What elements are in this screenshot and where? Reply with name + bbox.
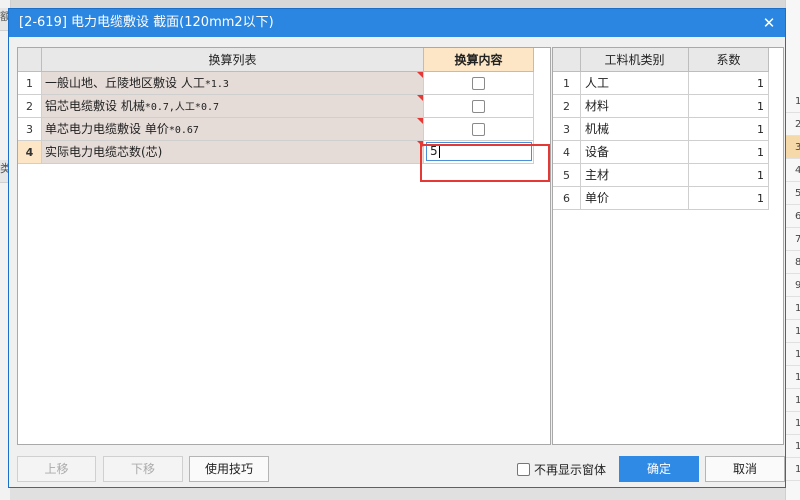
row-number: 4 — [553, 141, 581, 164]
conversion-name-cell: 实际电力电缆芯数(芯) — [42, 141, 424, 164]
conversion-dialog: [2-619] 电力电缆敷设 截面(120mm2以下) ✕ 换算列表 换算内容 … — [8, 8, 786, 488]
background-app-top — [10, 0, 785, 8]
usage-tips-button[interactable]: 使用技巧 — [189, 456, 269, 482]
coefficient-cell[interactable]: 1 — [689, 95, 769, 118]
conversion-value-cell — [424, 95, 534, 118]
column-header-category[interactable]: 工料机类别 — [581, 48, 689, 72]
row-number: 2 — [18, 95, 42, 118]
row-number: 1 — [18, 72, 42, 95]
background-row-number: 12 — [786, 343, 800, 366]
coefficient-panel: 工料机类别 系数 1 人工 1 2 材料 1 3 机械 1 4 设备 1 5 主… — [552, 47, 784, 445]
conversion-list-panel: 换算列表 换算内容 1 一般山地、丘陵地区敷设 人工*1.3 2 铝芯电缆敷设 … — [17, 47, 551, 445]
cancel-button[interactable]: 取消 — [705, 456, 785, 482]
conversion-name-cell: 一般山地、丘陵地区敷设 人工*1.3 — [42, 72, 424, 95]
background-row-number: 10 — [786, 297, 800, 320]
table-row[interactable]: 3 单芯电力电缆敷设 单价*0.67 — [18, 118, 534, 141]
category-cell: 单价 — [581, 187, 689, 210]
coefficient-cell[interactable]: 1 — [689, 141, 769, 164]
conversion-checkbox[interactable] — [472, 123, 485, 136]
column-header-coefficient[interactable]: 系数 — [689, 48, 769, 72]
table-row[interactable]: 2 铝芯电缆敷设 机械*0.7,人工*0.7 — [18, 95, 534, 118]
conversion-checkbox[interactable] — [472, 100, 485, 113]
background-row-number: 4 — [786, 159, 800, 182]
close-icon[interactable]: ✕ — [759, 9, 779, 37]
background-row-number: 16 — [786, 435, 800, 458]
background-row-number: 14 — [786, 389, 800, 412]
background-row-number: 13 — [786, 366, 800, 389]
coefficient-cell[interactable]: 1 — [689, 187, 769, 210]
coefficient-cell[interactable]: 1 — [689, 72, 769, 95]
background-row-number: 17 — [786, 458, 800, 481]
table-row[interactable]: 1 人工 1 — [553, 72, 769, 95]
background-row-number: 1 — [786, 90, 800, 113]
move-down-button[interactable]: 下移 — [103, 456, 183, 482]
annotation-highlight-box — [420, 144, 550, 182]
category-cell: 主材 — [581, 164, 689, 187]
background-row-number: 3 — [786, 136, 800, 159]
row-number: 2 — [553, 95, 581, 118]
confirm-button[interactable]: 确定 — [619, 456, 699, 482]
no-show-again-option[interactable]: 不再显示窗体 — [517, 461, 606, 478]
background-app-row-numbers: 1234567891011121314151617 — [785, 0, 800, 500]
conversion-name: 实际电力电缆芯数(芯) — [45, 145, 163, 159]
move-up-button[interactable]: 上移 — [17, 456, 96, 482]
table-row[interactable]: 3 机械 1 — [553, 118, 769, 141]
category-cell: 机械 — [581, 118, 689, 141]
background-row-number: 15 — [786, 412, 800, 435]
conversion-checkbox[interactable] — [472, 77, 485, 90]
conversion-factor: *0.7,人工*0.7 — [144, 102, 220, 113]
table-row[interactable]: 4 设备 1 — [553, 141, 769, 164]
conversion-name: 一般山地、丘陵地区敷设 人工 — [45, 76, 205, 90]
conversion-name: 铝芯电缆敷设 机械 — [45, 99, 145, 113]
background-row-number: 8 — [786, 251, 800, 274]
row-number: 4 — [18, 141, 42, 164]
conversion-factor: *0.67 — [168, 125, 199, 136]
no-show-again-label: 不再显示窗体 — [534, 463, 607, 477]
background-row-number: 9 — [786, 274, 800, 297]
table-row[interactable]: 1 一般山地、丘陵地区敷设 人工*1.3 — [18, 72, 534, 95]
comment-marker-icon — [417, 95, 423, 101]
conversion-name: 单芯电力电缆敷设 单价 — [45, 122, 169, 136]
dialog-title: [2-619] 电力电缆敷设 截面(120mm2以下) — [19, 15, 274, 30]
conversion-name-cell: 单芯电力电缆敷设 单价*0.67 — [42, 118, 424, 141]
conversion-value-cell — [424, 72, 534, 95]
comment-marker-icon — [417, 72, 423, 78]
background-row-number: 11 — [786, 320, 800, 343]
category-cell: 材料 — [581, 95, 689, 118]
background-row-number: 6 — [786, 205, 800, 228]
row-number-header — [553, 48, 581, 72]
coefficient-cell[interactable]: 1 — [689, 164, 769, 187]
row-number: 6 — [553, 187, 581, 210]
column-header-conversion-content[interactable]: 换算内容 — [424, 48, 534, 72]
row-number: 3 — [18, 118, 42, 141]
conversion-factor: *1.3 — [204, 79, 229, 90]
row-number: 5 — [553, 164, 581, 187]
row-number: 3 — [553, 118, 581, 141]
conversion-name-cell: 铝芯电缆敷设 机械*0.7,人工*0.7 — [42, 95, 424, 118]
category-cell: 设备 — [581, 141, 689, 164]
column-header-conversion-list[interactable]: 换算列表 — [42, 48, 424, 72]
comment-marker-icon — [417, 118, 423, 124]
background-row-number: 5 — [786, 182, 800, 205]
table-row[interactable]: 5 主材 1 — [553, 164, 769, 187]
table-row[interactable]: 2 材料 1 — [553, 95, 769, 118]
row-number-header — [18, 48, 42, 72]
background-row-number: 2 — [786, 113, 800, 136]
no-show-again-checkbox[interactable] — [517, 463, 530, 476]
category-cell: 人工 — [581, 72, 689, 95]
coefficient-cell[interactable]: 1 — [689, 118, 769, 141]
background-app-bottom — [10, 488, 785, 500]
dialog-titlebar[interactable]: [2-619] 电力电缆敷设 截面(120mm2以下) ✕ — [9, 9, 785, 37]
table-row[interactable]: 6 单价 1 — [553, 187, 769, 210]
background-row-number: 7 — [786, 228, 800, 251]
conversion-value-cell — [424, 118, 534, 141]
row-number: 1 — [553, 72, 581, 95]
